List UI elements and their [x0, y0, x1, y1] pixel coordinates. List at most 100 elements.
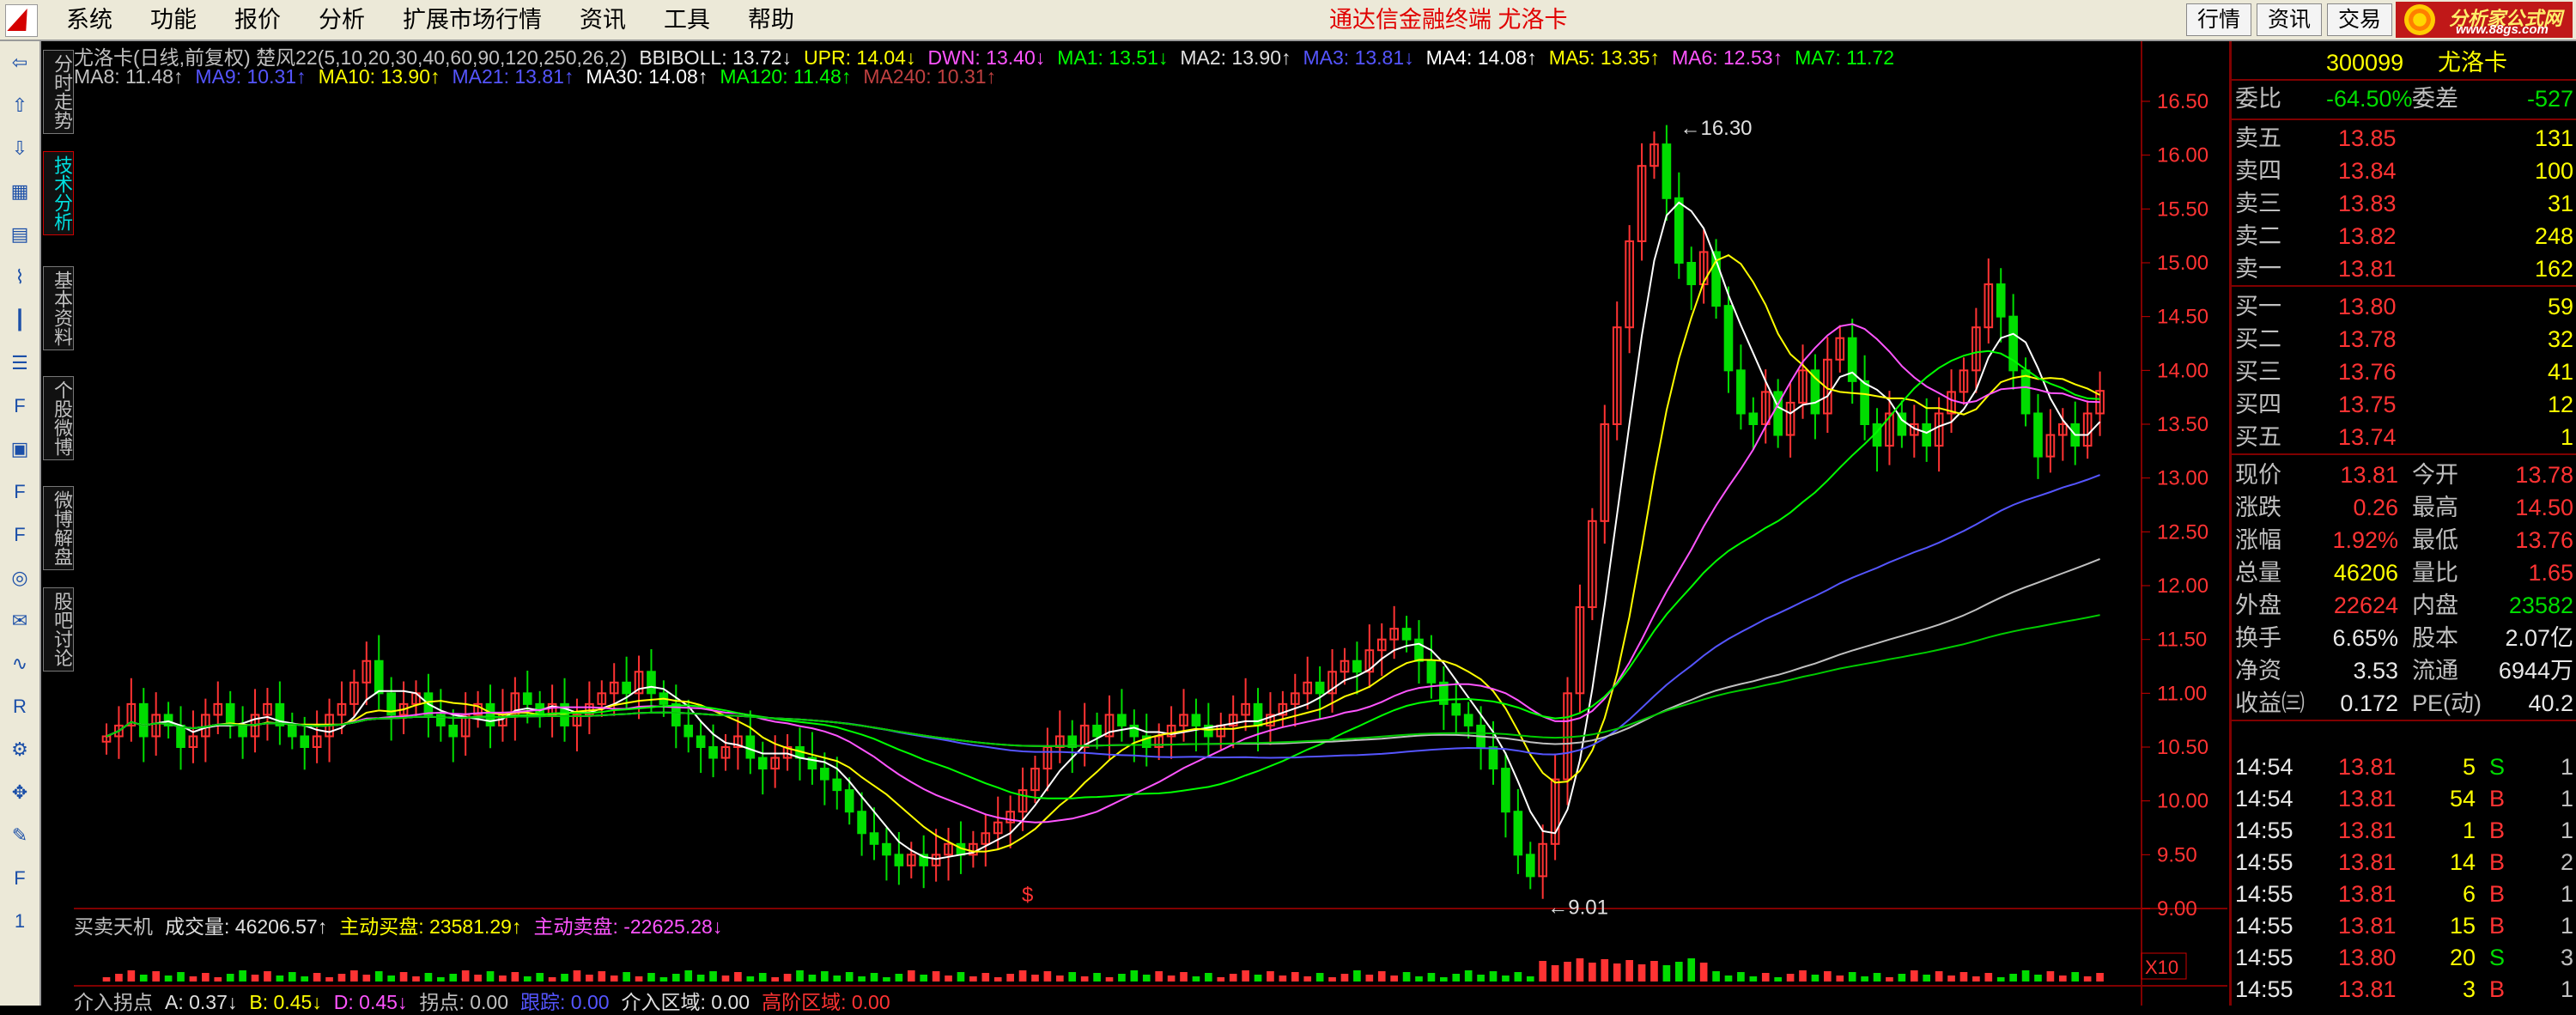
search-icon[interactable]: ◎ [7, 565, 33, 591]
volume-bar-40 [598, 971, 606, 982]
volume-bar-132 [1737, 972, 1745, 982]
menu-5[interactable]: 资讯 [561, 0, 645, 40]
volume-bar-77 [1055, 975, 1064, 982]
volume-bar-24 [399, 972, 408, 982]
line-chart-icon[interactable]: ⌇ [7, 264, 33, 290]
candlestick-chart[interactable]: 16.50 16.00 15.50 15.00 14.50 14.00 13.50 13.00… [74, 41, 2227, 1006]
settings-icon[interactable]: ⚙ [7, 737, 33, 763]
price-label: 10.00 [2157, 790, 2208, 813]
volume-bar-0 [102, 977, 111, 982]
volume-bar-156 [2034, 975, 2042, 982]
message-icon[interactable]: ✉ [7, 608, 33, 634]
candle-120 [1588, 508, 1597, 621]
top-button-1[interactable]: 资讯 [2257, 3, 2323, 36]
menu-3[interactable]: 分析 [300, 0, 384, 40]
F12-icon[interactable]: F [7, 522, 33, 548]
tick-volume: 20 [2449, 945, 2476, 970]
volume-bar-64 [895, 974, 903, 982]
volume-bar-17 [313, 973, 321, 982]
sell-volume: 100 [2534, 158, 2573, 184]
candle-146 [1909, 404, 1919, 458]
menu-2[interactable]: 报价 [216, 0, 300, 40]
side-tab-4[interactable]: 微博解盘 [43, 486, 74, 570]
top-button-2[interactable]: 交易 [2327, 3, 2393, 36]
candle-20 [349, 669, 359, 717]
volume-bar-65 [907, 970, 915, 982]
side-tab-3[interactable]: 个股微博 [43, 376, 74, 460]
candle-151 [1971, 307, 1981, 393]
move-icon[interactable]: ✥ [7, 780, 33, 805]
candle-21 [361, 641, 372, 706]
tick-time: 14:55 [2235, 817, 2293, 843]
up-arrow-icon[interactable]: ⇧ [7, 93, 33, 119]
volume-bar-141 [1848, 972, 1856, 982]
pencil-icon[interactable]: ✎ [7, 823, 33, 848]
legend4-item-4: 拐点: 0.00 [419, 991, 508, 1013]
side-tab-5[interactable]: 股吧讨论 [43, 587, 74, 672]
sell-price: 13.85 [2338, 125, 2397, 151]
volume-bar-16 [301, 976, 309, 982]
side-tab-1[interactable]: 技术分析 [43, 151, 74, 235]
sell-volume: 162 [2534, 256, 2573, 282]
buy-label: 买一 [2235, 294, 2281, 319]
menu-6[interactable]: 工具 [645, 0, 729, 40]
volume-bar-149 [1947, 975, 1955, 982]
stock-name: 尤洛卡 [2438, 50, 2507, 76]
list-icon[interactable]: ☰ [7, 350, 33, 376]
volume-bar-46 [671, 974, 680, 982]
back-arrow-icon[interactable]: ⇦ [7, 50, 33, 76]
volume-bar-136 [1786, 974, 1795, 982]
volume-bar-101 [1353, 970, 1361, 982]
volume-bar-91 [1229, 974, 1237, 982]
f5-icon[interactable]: F [7, 866, 33, 891]
volume-scale: X10 [2145, 957, 2178, 978]
legend3-item-0: 买卖天机 [74, 915, 153, 938]
volume-bar-26 [424, 973, 433, 982]
side-tab-2[interactable]: 基本资料 [43, 266, 74, 350]
volume-bar-154 [2009, 974, 2017, 982]
menu-7[interactable]: 帮助 [729, 0, 813, 40]
volume-bar-104 [1390, 975, 1398, 982]
chart-area[interactable]: 尤洛卡(日线,前复权) 楚风22(5,10,20,30,40,60,90,120… [74, 41, 2227, 1013]
tick-time: 14:55 [2235, 945, 2293, 970]
menu-4[interactable]: 扩展市场行情 [384, 0, 561, 40]
tick-time: 14:55 [2235, 881, 2293, 907]
volume-bar-122 [1613, 963, 1621, 982]
wave-icon[interactable]: ∿ [7, 651, 33, 677]
table-icon[interactable]: ▤ [7, 222, 33, 247]
f10-icon[interactable]: F [7, 393, 33, 419]
stat-label: 涨跌 [2235, 495, 2281, 520]
candle-10 [225, 690, 235, 738]
grid-icon[interactable]: ▦ [7, 179, 33, 204]
tick-price: 13.81 [2338, 849, 2397, 875]
candle-118 [1563, 677, 1572, 805]
price-label: 13.00 [2157, 467, 2208, 490]
volume-bar-109 [1452, 974, 1461, 982]
F11-icon[interactable]: F [7, 479, 33, 505]
volume-bar-100 [1340, 974, 1349, 982]
legend4-item-1: A: 0.37↓ [165, 991, 238, 1013]
calendar-icon[interactable]: ▣ [7, 436, 33, 462]
volume-bar-32 [499, 975, 507, 982]
rsi-icon[interactable]: R [7, 694, 33, 720]
low-label: ←9.01 [1547, 896, 1608, 920]
tick-volume: 14 [2449, 849, 2476, 875]
volume-bar-67 [932, 971, 940, 982]
app-logo-icon[interactable] [5, 4, 38, 37]
number-one-icon[interactable]: 1 [7, 909, 33, 934]
legend4-item-2: B: 0.45↓ [249, 991, 322, 1013]
candle-52 [745, 710, 756, 775]
volume-bar-110 [1464, 970, 1473, 982]
down-arrow-icon[interactable]: ⇩ [7, 136, 33, 161]
volume-bar-58 [821, 971, 829, 982]
menu-0[interactable]: 系统 [47, 0, 131, 40]
candle-icon[interactable]: ┃ [7, 307, 33, 333]
volume-bar-49 [709, 971, 717, 982]
candle-124 [1637, 143, 1647, 261]
side-tab-0[interactable]: 分时走势 [43, 50, 74, 134]
menu-1[interactable]: 功能 [131, 0, 216, 40]
top-button-0[interactable]: 行情 [2186, 3, 2252, 36]
volume-bar-82 [1118, 974, 1126, 982]
stat-value: 13.81 [2340, 462, 2398, 488]
volume-bar-137 [1799, 970, 1807, 982]
